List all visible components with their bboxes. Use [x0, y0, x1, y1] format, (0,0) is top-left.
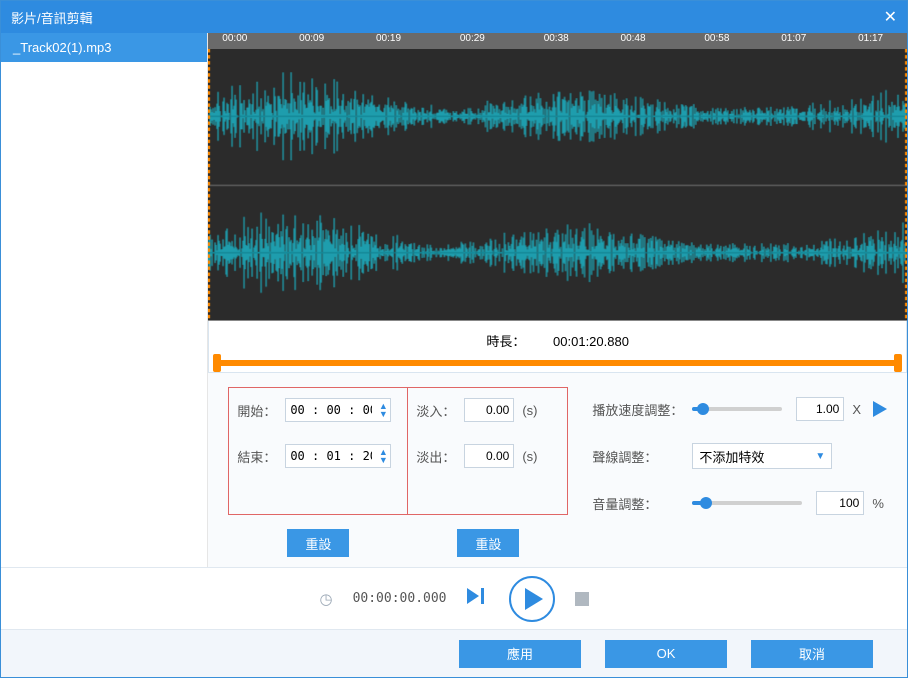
end-time-input[interactable] — [286, 447, 376, 465]
fade-out-input[interactable] — [464, 444, 514, 468]
player-time: 00:00:00.000 — [353, 591, 447, 606]
waveform-display[interactable] — [208, 49, 907, 321]
chevron-down-icon: ▼ — [815, 451, 825, 462]
clock-icon: ◷ — [319, 590, 332, 608]
spinner-arrows-icon[interactable]: ▲▼ — [376, 402, 390, 418]
fade-controls-group: 淡入： (s) 淡出： (s) — [408, 387, 568, 515]
volume-input[interactable] — [816, 491, 864, 515]
editor-window: 影片/音訊剪輯 ✕ _Track02(1).mp3 00:00 00:09 00… — [0, 0, 908, 678]
preview-play-icon[interactable] — [873, 401, 887, 417]
fade-in-row: 淡入： (s) — [416, 398, 559, 422]
time-tick: 01:07 — [781, 33, 806, 44]
trim-range-bar[interactable] — [215, 360, 900, 366]
time-tick: 00:38 — [544, 33, 569, 44]
fade-in-label: 淡入： — [416, 401, 456, 420]
sound-label: 聲線調整： — [592, 447, 684, 466]
time-tick: 00:09 — [299, 33, 324, 44]
reset-fade-button[interactable]: 重設 — [457, 529, 519, 557]
ok-button[interactable]: OK — [605, 640, 727, 668]
end-time-row: 結束： ▲▼ — [237, 444, 399, 468]
goto-end-icon[interactable] — [467, 588, 489, 609]
footer: 應用 OK 取消 — [1, 629, 907, 677]
start-label: 開始： — [237, 401, 277, 420]
trim-handle-right[interactable] — [894, 354, 902, 372]
duration-row: 時長： 00:01:20.880 — [209, 331, 906, 350]
start-time-row: 開始： ▲▼ — [237, 398, 399, 422]
fade-out-label: 淡出： — [416, 447, 456, 466]
close-icon[interactable]: ✕ — [884, 7, 897, 27]
end-time-spinner[interactable]: ▲▼ — [285, 444, 391, 468]
cancel-button[interactable]: 取消 — [751, 640, 873, 668]
time-tick: 00:19 — [376, 33, 401, 44]
speed-suffix: X — [852, 402, 861, 417]
content-area: 00:00 00:09 00:19 00:29 00:38 00:48 00:5… — [208, 33, 907, 567]
effect-controls-group: 播放速度調整： X 聲線調整： 不添加特效 ▼ — [568, 387, 887, 515]
main-row: _Track02(1).mp3 00:00 00:09 00:19 00:29 … — [1, 33, 907, 567]
reset-time-button[interactable]: 重設 — [287, 529, 349, 557]
window-title: 影片/音訊剪輯 — [11, 8, 884, 27]
play-icon — [525, 588, 543, 610]
speed-slider[interactable] — [692, 407, 782, 411]
time-tick: 00:58 — [704, 33, 729, 44]
sound-effect-row: 聲線調整： 不添加特效 ▼ — [592, 443, 887, 469]
trim-bar: 時長： 00:01:20.880 — [208, 321, 907, 373]
volume-row: 音量調整： % — [592, 491, 887, 515]
start-time-spinner[interactable]: ▲▼ — [285, 398, 391, 422]
play-button[interactable] — [509, 576, 555, 622]
time-tick: 01:17 — [858, 33, 883, 44]
volume-label: 音量調整： — [592, 494, 684, 513]
fade-out-suffix: (s) — [522, 449, 537, 464]
timeline[interactable]: 00:00 00:09 00:19 00:29 00:38 00:48 00:5… — [208, 33, 907, 49]
time-tick: 00:29 — [460, 33, 485, 44]
duration-label: 時長： — [486, 334, 525, 349]
trim-handle-left[interactable] — [213, 354, 221, 372]
volume-suffix: % — [872, 496, 884, 511]
duration-value: 00:01:20.880 — [553, 334, 629, 349]
start-time-input[interactable] — [286, 401, 376, 419]
sound-effect-value: 不添加特效 — [699, 447, 764, 466]
time-tick: 00:00 — [222, 33, 247, 44]
controls-area: 開始： ▲▼ 結束： ▲▼ — [208, 373, 907, 567]
apply-button[interactable]: 應用 — [459, 640, 581, 668]
sidebar-item-file[interactable]: _Track02(1).mp3 — [1, 33, 207, 62]
end-label: 結束： — [237, 447, 277, 466]
fade-in-suffix: (s) — [522, 403, 537, 418]
speed-input[interactable] — [796, 397, 844, 421]
fade-in-input[interactable] — [464, 398, 514, 422]
time-tick: 00:48 — [621, 33, 646, 44]
time-controls-group: 開始： ▲▼ 結束： ▲▼ — [228, 387, 408, 515]
player-bar: ◷ 00:00:00.000 — [1, 567, 907, 629]
fade-out-row: 淡出： (s) — [416, 444, 559, 468]
sound-effect-select[interactable]: 不添加特效 ▼ — [692, 443, 832, 469]
file-sidebar: _Track02(1).mp3 — [1, 33, 208, 567]
speed-row: 播放速度調整： X — [592, 397, 887, 421]
spinner-arrows-icon[interactable]: ▲▼ — [376, 448, 390, 464]
titlebar: 影片/音訊剪輯 ✕ — [1, 1, 907, 33]
volume-slider[interactable] — [692, 501, 802, 505]
stop-button[interactable] — [575, 592, 589, 606]
speed-label: 播放速度調整： — [592, 400, 684, 419]
